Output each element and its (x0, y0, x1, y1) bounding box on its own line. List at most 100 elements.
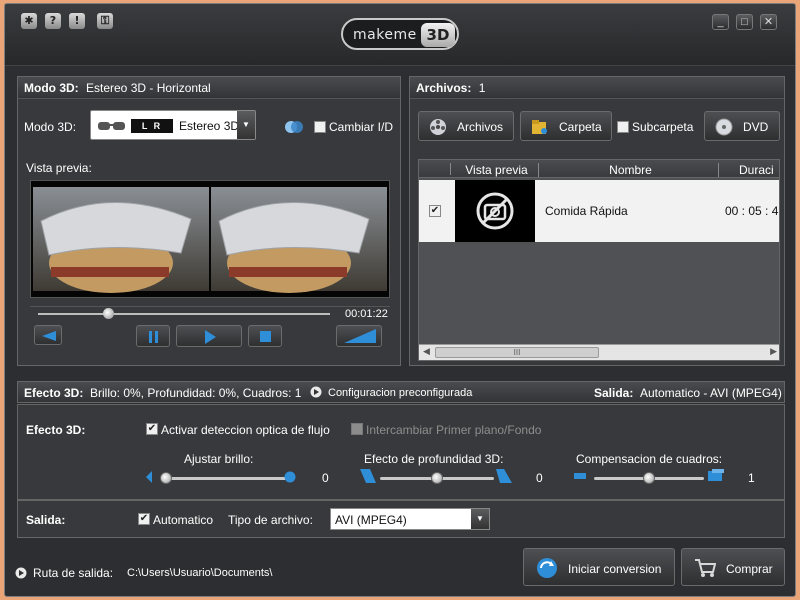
play-icon (205, 330, 216, 344)
frames-label: Compensacion de cuadros: (576, 452, 723, 466)
folder-button-label: Carpeta (559, 120, 602, 134)
volume-button[interactable] (336, 325, 382, 347)
start-conversion-label: Iniciar conversion (568, 562, 662, 576)
lock-icon[interactable]: ⚿ (97, 13, 113, 29)
arrow-right-icon (310, 386, 322, 398)
auto-output-label: Automatico (153, 513, 214, 527)
lr-badge: L R (131, 119, 173, 133)
file-list-header: Vista previa Nombre Duraci (419, 160, 779, 178)
header-check-col (419, 163, 451, 175)
column-preview[interactable]: Vista previa (455, 163, 539, 177)
effect-summary-bar: Efecto 3D: Brillo: 0%, Profundidad: 0%, … (17, 381, 785, 403)
title-bar: ✱ ? ! ⚿ makeme 3D _ □ ✕ (5, 4, 795, 66)
app-window: ✱ ? ! ⚿ makeme 3D _ □ ✕ Modo 3D: Estereo… (4, 3, 796, 597)
arrow-right-icon (15, 567, 27, 579)
frames-low-icon (574, 473, 586, 479)
stop-button[interactable] (248, 325, 282, 347)
mode-label: Modo 3D: (24, 120, 77, 134)
start-conversion-button[interactable]: Iniciar conversion (523, 548, 675, 586)
gear-icon[interactable]: ✱ (21, 13, 37, 29)
output-settings-panel: Salida: ✔ Automatico Tipo de archivo: AV… (17, 500, 785, 538)
preset-link[interactable]: Configuracion preconfigurada (328, 387, 472, 399)
output-summary-value: Automatico - AVI (MPEG4) (640, 386, 782, 400)
swap-planes-label: Intercambiar Primer plano/Fondo (366, 423, 542, 437)
horizontal-scrollbar[interactable]: ◀ III ▶ (419, 344, 779, 360)
swap-lr-icon (285, 121, 303, 133)
divider (30, 306, 390, 307)
effect-summary-value: Brillo: 0%, Profundidad: 0%, Cuadros: 1 (90, 386, 302, 400)
mode-panel-header: Modo 3D: Estereo 3D - Horizontal (18, 77, 400, 99)
column-name[interactable]: Nombre (543, 163, 719, 177)
convert-icon (537, 558, 557, 578)
optical-flow-checkbox[interactable]: ✔ (146, 423, 158, 435)
auto-output-checkbox[interactable]: ✔ (138, 513, 150, 525)
mode-panel: Modo 3D: Estereo 3D - Horizontal Modo 3D… (17, 76, 401, 366)
help-icon[interactable]: ? (45, 13, 61, 29)
table-row[interactable]: ✔ Comida Rápida 00 : 05 : 46 (419, 180, 779, 242)
effect-section-label: Efecto 3D: (26, 423, 86, 437)
minimize-button[interactable]: _ (712, 14, 729, 30)
files-button-label: Archivos (457, 120, 504, 134)
chevron-down-icon[interactable]: ▼ (237, 111, 255, 139)
output-path-value[interactable]: C:\Users\Usuario\Documents\ (127, 567, 273, 579)
depth-near-icon (360, 469, 376, 483)
pause-icon (149, 331, 158, 343)
timeline-thumb[interactable] (103, 308, 115, 319)
effect-summary-label: Efecto 3D: (24, 386, 84, 400)
subfolder-label: Subcarpeta (632, 120, 694, 134)
scrollbar-thumb[interactable]: III (435, 347, 599, 358)
frames-high-icon (708, 469, 724, 481)
play-button[interactable] (176, 325, 242, 347)
filetype-select[interactable]: AVI (MPEG4) ▼ (330, 508, 490, 530)
chevron-down-icon[interactable]: ▼ (471, 509, 489, 529)
swap-planes-checkbox[interactable] (351, 423, 363, 435)
row-checkbox[interactable]: ✔ (429, 205, 441, 217)
row-thumbnail (455, 180, 535, 242)
output-path-label: Ruta de salida: (33, 566, 114, 580)
swap-lr-label: Cambiar I/D (329, 120, 394, 134)
buy-button-label: Comprar (726, 562, 773, 576)
prev-icon (42, 331, 56, 341)
video-preview (30, 180, 390, 298)
column-duration[interactable]: Duraci (739, 163, 774, 177)
scroll-left-icon[interactable]: ◀ (423, 346, 430, 357)
brightness-value: 0 (322, 471, 329, 485)
files-button[interactable]: Archivos (418, 111, 514, 141)
pause-button[interactable] (136, 325, 170, 347)
depth-far-icon (496, 469, 512, 483)
files-panel: Archivos: 1 Archivos Carpeta Subcarpeta (409, 76, 785, 366)
subfolder-checkbox[interactable] (617, 121, 629, 133)
swap-lr-checkbox[interactable] (314, 121, 326, 133)
timeline-track[interactable] (38, 308, 330, 319)
depth-thumb[interactable] (431, 472, 443, 484)
output-section-label: Salida: (26, 513, 66, 527)
brightness-high-icon (284, 471, 296, 483)
dvd-button-label: DVD (743, 120, 769, 134)
effect-settings-panel: Efecto 3D: ✔ Activar deteccion optica de… (17, 404, 785, 500)
info-icon[interactable]: ! (69, 13, 85, 29)
cart-icon (695, 559, 716, 577)
logo-text: makeme (353, 27, 417, 43)
mode-header-label: Modo 3D: (24, 81, 79, 95)
filetype-label: Tipo de archivo: (228, 513, 313, 527)
close-button[interactable]: ✕ (760, 14, 777, 30)
3d-glasses-icon (98, 122, 125, 130)
frames-thumb[interactable] (643, 472, 655, 484)
brightness-thumb[interactable] (160, 472, 172, 484)
brightness-track[interactable] (166, 477, 290, 480)
depth-label: Efecto de profundidad 3D: (364, 452, 504, 466)
buy-button[interactable]: Comprar (681, 548, 785, 586)
stop-icon (260, 331, 271, 342)
brightness-low-icon (146, 471, 152, 483)
prev-frame-button[interactable] (34, 325, 62, 345)
files-header-label: Archivos: (416, 81, 472, 95)
scroll-right-icon[interactable]: ▶ (770, 346, 777, 357)
frames-value: 1 (748, 471, 755, 485)
volume-icon (344, 329, 376, 343)
mode-header-value: Estereo 3D - Horizontal (86, 81, 211, 95)
dvd-icon (715, 118, 733, 136)
dvd-button[interactable]: DVD (704, 111, 780, 141)
folder-button[interactable]: Carpeta (520, 111, 612, 141)
mode-select[interactable]: L R Estereo 3D ▼ (90, 110, 256, 140)
maximize-button[interactable]: □ (736, 14, 753, 30)
